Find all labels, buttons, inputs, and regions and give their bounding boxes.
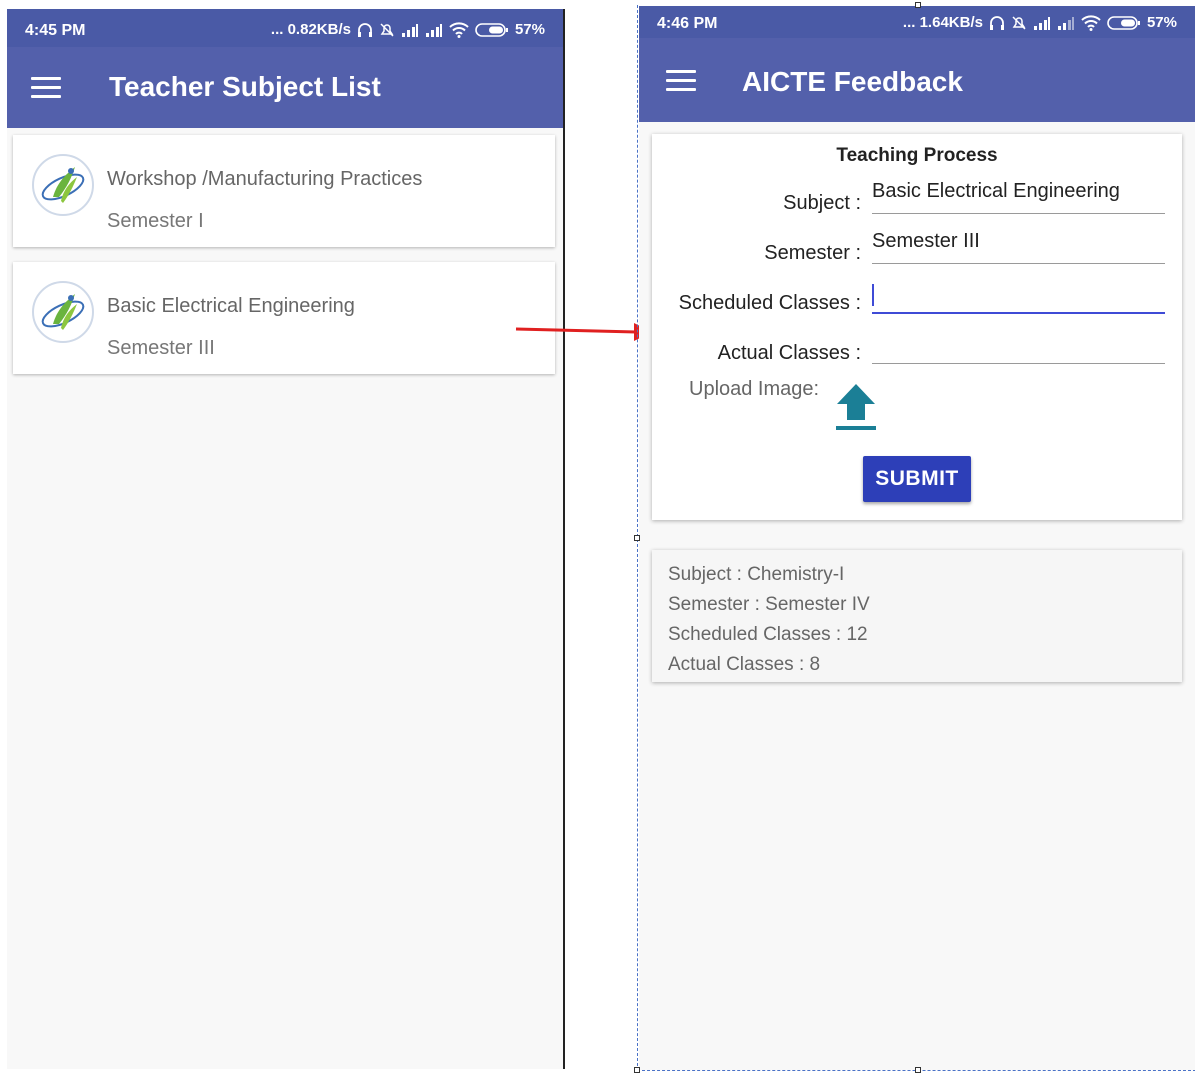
signal-icon bbox=[401, 23, 418, 37]
subject-value: Basic Electrical Engineering bbox=[872, 180, 1120, 202]
resize-handle[interactable] bbox=[634, 535, 640, 541]
upload-icon[interactable] bbox=[834, 382, 878, 432]
subject-name: Basic Electrical Engineering bbox=[107, 295, 355, 317]
subject-name: Workshop /Manufacturing Practices bbox=[107, 168, 423, 190]
subject-field[interactable]: Basic Electrical Engineering bbox=[872, 180, 1165, 214]
page-title: Teacher Subject List bbox=[109, 71, 381, 102]
mute-icon bbox=[1012, 15, 1026, 30]
status-icons: ... 1.64KB/s 57% bbox=[903, 14, 1177, 31]
subject-card-electrical[interactable]: Basic Electrical Engineering Semester II… bbox=[13, 262, 555, 374]
status-bar: 4:45 PM ... 0.82KB/s 57% bbox=[7, 9, 563, 47]
actual-classes-label: Actual Classes : bbox=[717, 342, 861, 364]
app-bar: AICTE Feedback bbox=[639, 38, 1195, 122]
wifi-icon bbox=[1081, 14, 1101, 31]
signal-icon bbox=[425, 23, 442, 37]
signal-icon bbox=[1057, 16, 1074, 30]
app-logo-icon bbox=[32, 154, 94, 216]
resize-handle[interactable] bbox=[915, 2, 921, 8]
status-time: 4:46 PM bbox=[657, 15, 718, 32]
status-bar: 4:46 PM ... 1.64KB/s 57% bbox=[639, 6, 1195, 38]
submit-button[interactable]: SUBMIT bbox=[863, 456, 971, 502]
text-cursor bbox=[872, 284, 874, 306]
signal-icon bbox=[1033, 16, 1050, 30]
history-subject: Subject : Chemistry-I bbox=[668, 564, 845, 585]
battery-icon bbox=[475, 22, 508, 37]
page-title: AICTE Feedback bbox=[742, 66, 963, 97]
menu-icon[interactable] bbox=[666, 70, 696, 92]
semester-label: Semester : bbox=[764, 242, 861, 264]
battery-icon bbox=[1107, 15, 1140, 30]
history-semester: Semester : Semester IV bbox=[668, 594, 870, 615]
scheduled-classes-label: Scheduled Classes : bbox=[678, 292, 861, 314]
history-actual: Actual Classes : 8 bbox=[668, 654, 821, 675]
app-logo-icon bbox=[32, 281, 94, 343]
menu-icon[interactable] bbox=[31, 77, 61, 99]
semester-field[interactable]: Semester III bbox=[872, 230, 1165, 264]
network-speed: ... 1.64KB/s bbox=[902, 14, 983, 31]
battery-percent: 57% bbox=[514, 21, 545, 38]
upload-image-label: Upload Image: bbox=[689, 378, 820, 400]
network-speed: ... 0.82KB/s bbox=[270, 21, 351, 38]
subject-semester: Semester I bbox=[107, 210, 204, 232]
subject-semester: Semester III bbox=[107, 337, 215, 359]
teacher-subject-list-screen: 4:45 PM ... 0.82KB/s 57% Teacher Subject… bbox=[7, 9, 565, 1069]
semester-value: Semester III bbox=[872, 230, 980, 252]
status-time: 4:45 PM bbox=[25, 22, 86, 39]
headphones-icon bbox=[357, 22, 372, 37]
actual-classes-input[interactable] bbox=[872, 330, 1165, 364]
status-icons: ... 0.82KB/s 57% bbox=[271, 21, 545, 38]
form-heading: Teaching Process bbox=[836, 145, 998, 166]
scheduled-classes-input[interactable] bbox=[872, 280, 1165, 314]
subject-card-workshop[interactable]: Workshop /Manufacturing Practices Semest… bbox=[13, 135, 555, 247]
teaching-process-form: Teaching Process Subject : Basic Electri… bbox=[652, 134, 1182, 520]
wifi-icon bbox=[449, 21, 469, 38]
subject-label: Subject : bbox=[783, 192, 861, 214]
feedback-history-card[interactable]: Subject : Chemistry-I Semester : Semeste… bbox=[652, 550, 1182, 682]
resize-handle[interactable] bbox=[915, 1067, 921, 1073]
history-scheduled: Scheduled Classes : 12 bbox=[668, 624, 868, 645]
aicte-feedback-screen: 4:46 PM ... 1.64KB/s 57% AICTE Feedback … bbox=[639, 6, 1195, 1070]
app-bar: Teacher Subject List bbox=[7, 47, 563, 128]
headphones-icon bbox=[989, 15, 1004, 30]
resize-handle[interactable] bbox=[634, 1067, 640, 1073]
battery-percent: 57% bbox=[1146, 14, 1177, 31]
arrow-icon bbox=[515, 323, 652, 341]
mute-icon bbox=[380, 22, 394, 37]
